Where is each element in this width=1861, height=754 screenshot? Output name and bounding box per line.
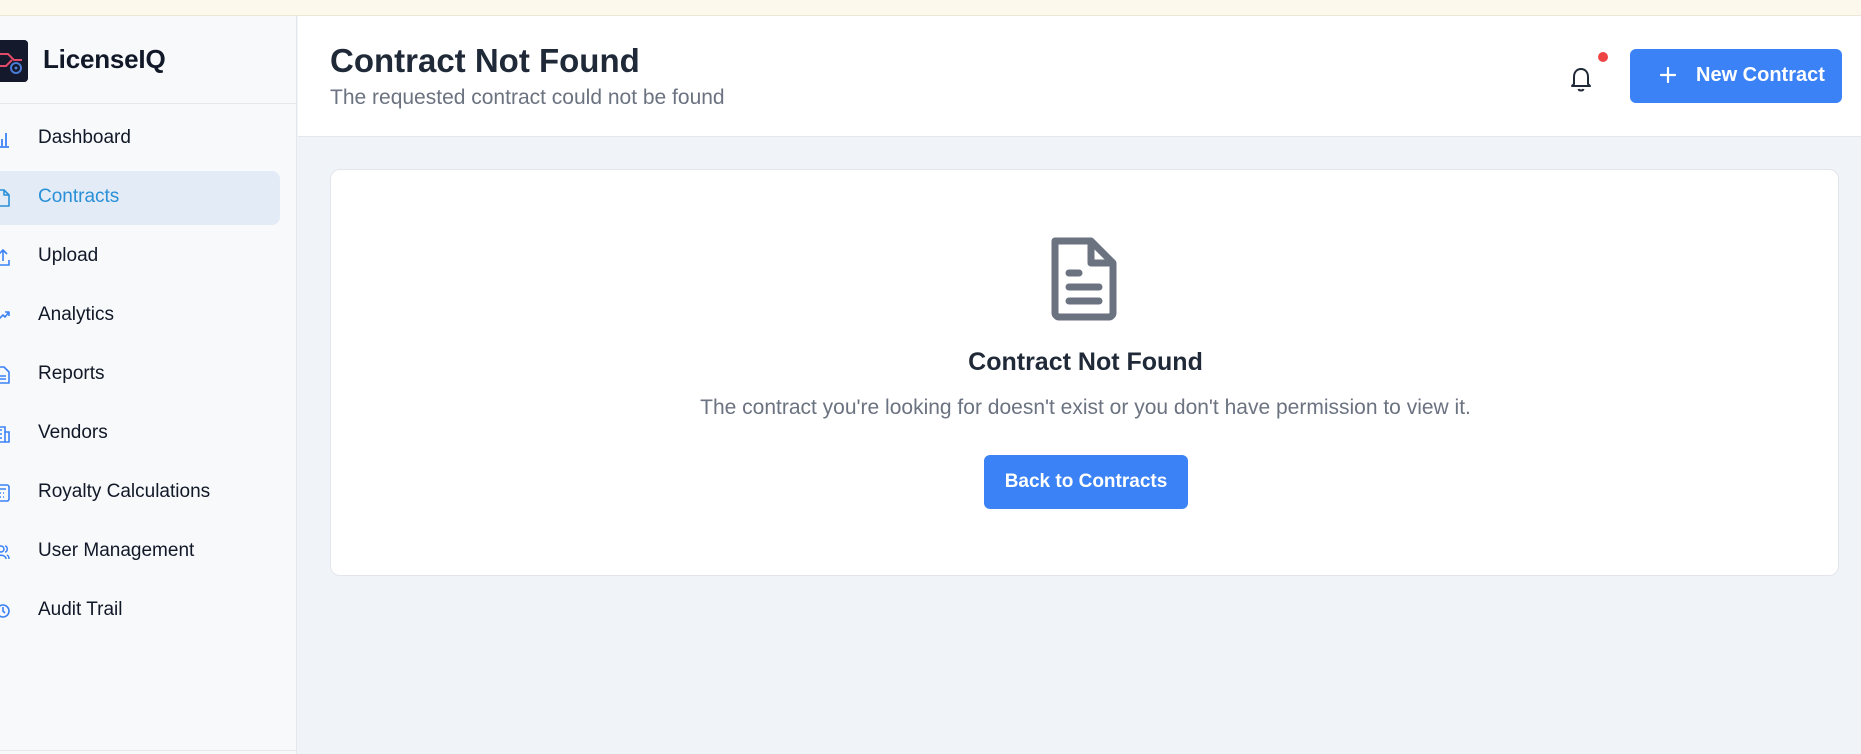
sidebar-item-dashboard[interactable]: Dashboard <box>0 112 297 166</box>
sidebar-item-label: Vendors <box>38 422 108 443</box>
sidebar-item-label: Upload <box>38 245 99 266</box>
trending-up-icon <box>0 307 10 325</box>
page-title: Contract Not Found <box>330 42 640 79</box>
file-text-icon <box>0 366 10 384</box>
document-icon <box>1049 237 1119 321</box>
sidebar-item-audit-trail[interactable]: Audit Trail <box>0 584 297 638</box>
bell-icon[interactable] <box>1568 64 1594 94</box>
sidebar-item-label: Dashboard <box>38 127 131 148</box>
page-header: Contract Not Found The requested contrac… <box>298 16 1861 137</box>
sidebar-item-user-management[interactable]: User Management <box>0 525 297 579</box>
sidebar-item-label: Contracts <box>38 186 120 207</box>
sidebar-item-royalty-calculations[interactable]: Royalty Calculations <box>0 466 297 520</box>
bar-chart-icon <box>0 130 10 148</box>
file-icon <box>0 189 10 207</box>
new-contract-button[interactable]: New Contract <box>1630 49 1842 103</box>
sidebar-item-label: Reports <box>38 363 105 384</box>
app-name: LicenseIQ <box>43 44 166 74</box>
notification-badge <box>1598 52 1608 62</box>
empty-state-card: Contract Not Found The contract you're l… <box>330 169 1839 576</box>
plus-icon <box>1656 63 1680 87</box>
empty-state-title: Contract Not Found <box>968 348 1203 376</box>
clock-icon <box>0 602 10 620</box>
logo-icon <box>0 40 28 82</box>
building-icon <box>0 425 10 443</box>
sidebar-item-contracts[interactable]: Contracts <box>0 171 280 225</box>
sidebar-item-analytics[interactable]: Analytics <box>0 289 297 343</box>
sidebar-item-label: Audit Trail <box>38 599 123 620</box>
upload-icon <box>0 248 10 266</box>
page-subtitle: The requested contract could not be foun… <box>330 86 725 109</box>
sidebar-item-upload[interactable]: Upload <box>0 230 297 284</box>
calculator-icon <box>0 484 10 502</box>
brand[interactable]: LicenseIQ <box>0 16 296 104</box>
empty-state-message: The contract you're looking for doesn't … <box>700 396 1471 419</box>
sidebar-footer-divider <box>0 750 297 754</box>
sidebar-nav: Dashboard Contracts Upload Analytics Rep… <box>0 112 297 643</box>
sidebar-item-label: Royalty Calculations <box>38 481 211 502</box>
sidebar-item-vendors[interactable]: Vendors <box>0 407 297 461</box>
users-icon <box>0 543 10 561</box>
sidebar: LicenseIQ Dashboard Contracts Upload Ana… <box>0 16 297 754</box>
new-contract-button-label: New Contract <box>1696 64 1825 86</box>
sidebar-item-reports[interactable]: Reports <box>0 348 297 402</box>
top-banner-strip <box>0 0 1861 16</box>
sidebar-item-label: User Management <box>38 540 195 561</box>
back-to-contracts-button[interactable]: Back to Contracts <box>984 455 1188 509</box>
sidebar-item-label: Analytics <box>38 304 115 325</box>
